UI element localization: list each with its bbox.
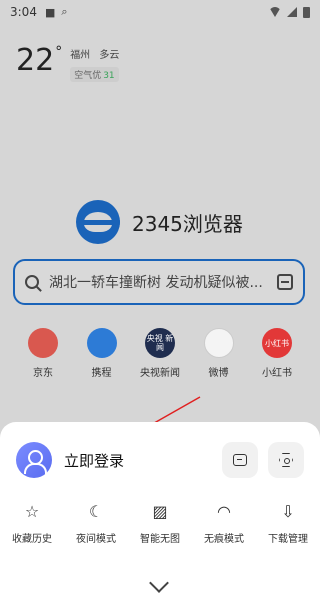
message-icon	[233, 454, 247, 466]
search-input[interactable]: 湖北一轿车撞断树 发动机疑似被...	[49, 272, 269, 292]
cctv-news-icon: 央视 新闻	[145, 328, 175, 358]
search-bar[interactable]: 湖北一轿车撞断树 发动机疑似被...	[13, 259, 305, 305]
search-icon	[25, 275, 39, 289]
ghost-icon: ◠	[217, 501, 231, 521]
quick-apps: 京东 携程 央视 新闻 央视新闻 微博 小红书 小红书	[0, 328, 320, 379]
jd-icon	[28, 328, 58, 358]
app-weibo[interactable]: 微博	[190, 328, 248, 379]
weibo-icon	[203, 328, 234, 358]
weather-condition: 多云	[99, 50, 120, 61]
status-time: 3:04	[10, 5, 37, 19]
app-label: 携程	[91, 368, 112, 379]
tool-star[interactable]: ☆ 收藏历史	[2, 500, 62, 546]
tool-no-image[interactable]: ▨ 智能无图	[130, 500, 190, 546]
message-button[interactable]	[222, 442, 258, 478]
weather-widget[interactable]: 22 ° 福州 多云 空气优 31	[16, 44, 125, 82]
avatar-icon[interactable]	[16, 442, 52, 478]
tool-ghost[interactable]: ◠ 无痕模式	[194, 500, 254, 546]
moon-icon: ☾	[88, 501, 104, 521]
tool-moon[interactable]: ☾ 夜间模式	[66, 500, 126, 546]
xiaohongshu-icon: 小红书	[262, 328, 292, 358]
no-image-icon: ▨	[152, 501, 168, 521]
tool-label: 下载管理	[268, 534, 308, 545]
tool-row: ☆ 收藏历史 ☾ 夜间模式 ▨ 智能无图 ◠ 无痕模式 ⇩ 下载管理	[0, 500, 320, 546]
download-icon: ⇩	[281, 501, 295, 521]
battery-icon	[303, 6, 310, 18]
tool-label: 无痕模式	[204, 534, 244, 545]
tool-label: 智能无图	[140, 534, 180, 545]
logo-e-icon	[76, 200, 120, 244]
aqi-badge: 空气优 31	[70, 67, 119, 82]
app-label: 微博	[208, 368, 229, 379]
app-xiaohongshu[interactable]: 小红书 小红书	[248, 328, 306, 379]
settings-icon	[279, 453, 293, 467]
tool-label: 夜间模式	[76, 534, 116, 545]
tool-download[interactable]: ⇩ 下载管理	[258, 500, 318, 546]
degree-symbol: °	[55, 44, 63, 60]
app-ctrip[interactable]: 携程	[73, 328, 131, 379]
signal-icon	[287, 7, 297, 17]
search-status-icon: ⌕	[61, 5, 68, 18]
login-button[interactable]: 立即登录	[64, 450, 124, 471]
app-label: 京东	[33, 368, 53, 379]
browser-logo: 2345浏览器	[76, 200, 243, 244]
chevron-down-icon[interactable]	[149, 573, 169, 593]
app-label: 央视新闻	[140, 368, 180, 379]
status-bar: 3:04 ■ ⌕	[0, 0, 320, 24]
square-icon: ■	[44, 5, 56, 19]
app-cctv-news[interactable]: 央视 新闻 央视新闻	[131, 328, 189, 379]
temperature: 22	[16, 43, 55, 78]
tool-label: 收藏历史	[12, 534, 52, 545]
login-row[interactable]: 立即登录	[16, 438, 304, 482]
logo-text: 2345浏览器	[132, 211, 243, 236]
scan-icon[interactable]	[277, 274, 293, 290]
city-name: 福州	[70, 50, 91, 61]
settings-button[interactable]	[268, 442, 304, 478]
bottom-sheet-menu: 立即登录 ☆ 收藏历史 ☾ 夜间模式 ▨ 智能无图 ◠ 无痕模式 ⇩ 下载管理	[0, 422, 320, 600]
app-jd[interactable]: 京东	[14, 328, 72, 379]
star-icon: ☆	[24, 501, 40, 521]
app-label: 小红书	[262, 368, 292, 379]
wifi-icon	[269, 7, 281, 17]
ctrip-icon	[86, 328, 117, 358]
aqi-value: 31	[103, 71, 115, 81]
aqi-label: 空气优	[74, 71, 102, 81]
